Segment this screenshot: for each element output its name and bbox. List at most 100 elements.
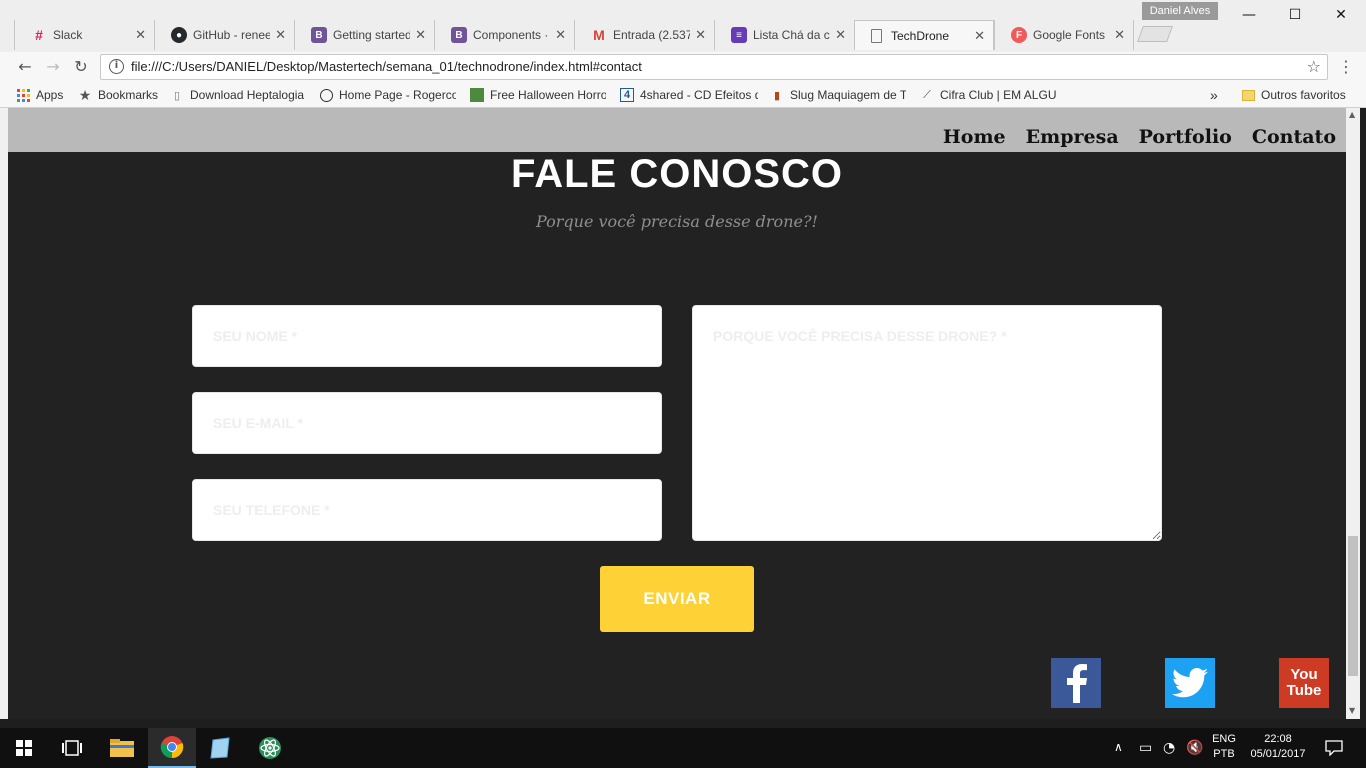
bookmark-label: Slug Maquiagem de T <box>790 88 906 102</box>
bookmark-bookmarks[interactable]: ★ Bookmarks <box>78 86 158 104</box>
nav-link-home[interactable]: Home <box>943 126 1006 148</box>
show-hidden-icons-icon[interactable]: ∧ <box>1114 740 1123 754</box>
chrome-taskbar-button[interactable] <box>148 728 196 768</box>
facebook-link[interactable] <box>1051 658 1101 708</box>
volume-muted-icon[interactable]: 🔇 <box>1186 740 1203 756</box>
browser-chrome: # Slack ✕ ● GitHub - renee ✕ B Getting s… <box>0 0 1366 108</box>
atom-taskbar-button[interactable] <box>246 728 294 768</box>
tab-techdrone[interactable]: TechDrone ✕ <box>854 20 994 50</box>
tab-components[interactable]: B Components · ✕ <box>434 20 574 50</box>
tab-getting-started[interactable]: B Getting started ✕ <box>294 20 434 50</box>
bookmark-label: Home Page - Rogerco <box>339 88 456 102</box>
notification-icon <box>1325 740 1343 756</box>
tab-lista[interactable]: ≡ Lista Chá da ca ✕ <box>714 20 854 50</box>
bookmark-other-favorites[interactable]: Outros favoritos <box>1242 86 1346 104</box>
reload-icon[interactable]: ↻ <box>70 56 92 78</box>
new-tab-button[interactable] <box>1137 26 1173 42</box>
youtube-link[interactable]: You Tube <box>1279 658 1329 708</box>
facebook-icon <box>1067 664 1087 703</box>
taskbar: ∧ ▭ ◔ 🔇 ENG PTB 22:08 05/01/2017 <box>0 728 1366 768</box>
bookmark-heptalogia[interactable]: ▯ Download Heptalogia <box>170 86 306 104</box>
close-tab-icon[interactable]: ✕ <box>555 27 566 43</box>
page-scrollbar[interactable]: ▲ ▼ <box>1346 108 1360 719</box>
bookmark-star-icon[interactable]: ☆ <box>1307 57 1321 76</box>
scroll-thumb[interactable] <box>1348 536 1358 676</box>
bookmark-label: Cifra Club | EM ALGUN <box>940 88 1056 102</box>
tab-label: Lista Chá da ca <box>753 28 830 42</box>
tab-label: TechDrone <box>891 28 950 43</box>
close-tab-icon[interactable]: ✕ <box>695 27 706 43</box>
notes-taskbar-button[interactable] <box>196 728 244 768</box>
send-button[interactable]: ENVIAR <box>600 566 754 632</box>
blocks-icon <box>470 88 484 102</box>
close-tab-icon[interactable]: ✕ <box>135 27 146 43</box>
gmail-icon: M <box>593 27 605 43</box>
folder-icon <box>1242 89 1255 101</box>
guitar-icon: ⟋ <box>923 88 931 101</box>
bookmark-slug[interactable]: ▮ Slug Maquiagem de T <box>770 86 906 104</box>
nav-link-portfolio[interactable]: Portfolio <box>1139 126 1232 148</box>
youtube-you-text: You <box>1290 666 1318 683</box>
forward-icon[interactable]: → <box>42 56 64 78</box>
twitter-link[interactable] <box>1165 658 1215 708</box>
battery-icon[interactable]: ▭ <box>1139 740 1152 756</box>
bookmark-rogerco[interactable]: Home Page - Rogerco <box>320 86 456 104</box>
task-view-button[interactable] <box>48 728 96 768</box>
back-icon[interactable]: ← <box>14 56 36 78</box>
task-view-icon <box>62 740 82 756</box>
site-navbar: Home Empresa Portfolio Contato <box>8 108 1346 152</box>
notifications-button[interactable] <box>1312 728 1356 768</box>
address-bar[interactable]: i file:///C:/Users/DANIEL/Desktop/Master… <box>100 54 1328 80</box>
tab-label: Getting started <box>333 28 410 42</box>
bookmark-4shared[interactable]: 4 4shared - CD Efeitos d <box>620 86 758 104</box>
bookmark-label: Bookmarks <box>98 88 159 102</box>
page-viewport: Home Empresa Portfolio Contato FALE CONO… <box>8 108 1346 719</box>
url-text[interactable]: file:///C:/Users/DANIEL/Desktop/Masterte… <box>131 59 642 74</box>
bookmark-apps[interactable]: Apps <box>16 86 63 104</box>
clock[interactable]: 22:08 05/01/2017 <box>1244 732 1312 762</box>
start-button[interactable] <box>0 728 48 768</box>
maximize-button[interactable]: ☐ <box>1272 4 1318 26</box>
slug-icon: ▮ <box>773 89 781 102</box>
info-icon[interactable]: i <box>109 59 124 74</box>
twitter-icon <box>1172 668 1208 698</box>
bookmarks-overflow-button[interactable]: » <box>1210 86 1218 104</box>
wifi-icon[interactable]: ◔ <box>1163 740 1175 756</box>
tab-slack[interactable]: # Slack ✕ <box>14 20 154 50</box>
bookmark-label: Download Heptalogia <box>190 88 305 102</box>
close-tab-icon[interactable]: ✕ <box>275 27 286 43</box>
close-tab-icon[interactable]: ✕ <box>835 27 846 43</box>
message-field[interactable] <box>692 305 1162 541</box>
nav-link-contato[interactable]: Contato <box>1252 126 1336 148</box>
minimize-button[interactable]: — <box>1226 4 1272 26</box>
windows-icon <box>16 740 32 756</box>
window-edge <box>0 108 8 719</box>
close-tab-icon[interactable]: ✕ <box>415 27 426 43</box>
close-tab-icon[interactable]: ✕ <box>974 28 985 44</box>
menu-icon[interactable]: ⋮ <box>1338 56 1354 78</box>
circle-logo-icon <box>320 88 333 102</box>
clock-date: 05/01/2017 <box>1250 748 1306 760</box>
tab-google-fonts[interactable]: F Google Fonts ✕ <box>994 20 1134 50</box>
bookmark-cifra-club[interactable]: ⟋ Cifra Club | EM ALGUN <box>920 86 1056 104</box>
tab-github[interactable]: ● GitHub - renee ✕ <box>154 20 294 50</box>
page-icon <box>871 28 882 43</box>
forms-icon: ≡ <box>731 27 747 43</box>
name-field[interactable] <box>192 305 662 367</box>
nav-link-empresa[interactable]: Empresa <box>1026 126 1119 148</box>
file-explorer-button[interactable] <box>98 728 146 768</box>
scroll-up-icon[interactable]: ▲ <box>1349 110 1355 119</box>
tab-gmail[interactable]: M Entrada (2.537) ✕ <box>574 20 714 50</box>
profile-button[interactable]: Daniel Alves <box>1142 2 1218 20</box>
bootstrap-icon: B <box>311 27 327 43</box>
phone-field[interactable] <box>192 479 662 541</box>
tab-label: Components · <box>473 28 549 42</box>
title-bar: # Slack ✕ ● GitHub - renee ✕ B Getting s… <box>0 0 1366 52</box>
email-field[interactable] <box>192 392 662 454</box>
close-tab-icon[interactable]: ✕ <box>1114 27 1125 43</box>
bookmark-halloween[interactable]: Free Halloween Horro <box>470 86 606 104</box>
scroll-down-icon[interactable]: ▼ <box>1349 706 1355 715</box>
language-indicator[interactable]: ENG PTB <box>1206 732 1242 762</box>
close-window-button[interactable]: ✕ <box>1318 4 1364 26</box>
tab-label: GitHub - renee <box>193 28 270 42</box>
